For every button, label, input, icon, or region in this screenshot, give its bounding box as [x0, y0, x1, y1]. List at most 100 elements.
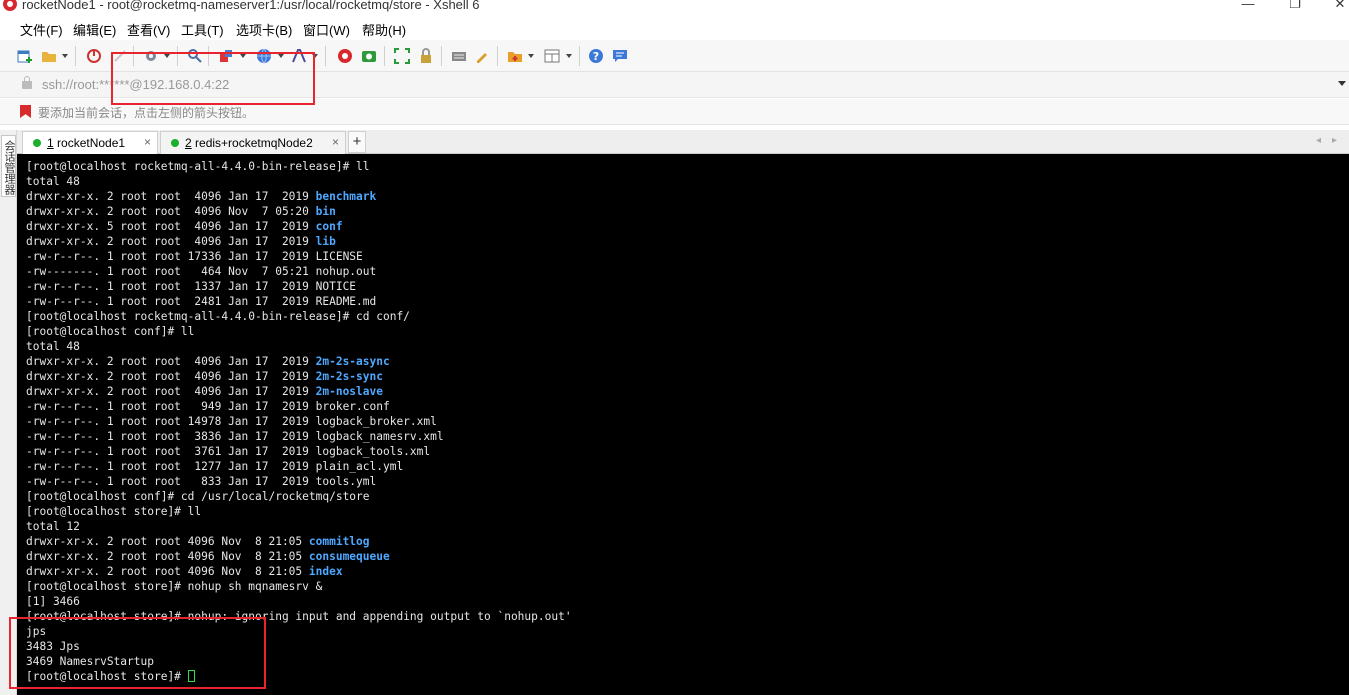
directory-name: index [308, 565, 343, 578]
tab-redis-rocketmqnode2[interactable]: 2 redis+rocketmqNode2 × [160, 131, 346, 154]
terminal-line: [root@localhost rocketmq-all-4.4.0-bin-r… [26, 309, 572, 324]
lock-icon [22, 76, 32, 89]
terminal-line: -rw-r--r--. 1 root root 949 Jan 17 2019 … [26, 399, 572, 414]
terminal-line: drwxr-xr-x. 5 root root 4096 Jan 17 2019… [26, 219, 572, 234]
terminal-line-text: drwxr-xr-x. 2 root root 4096 Nov 7 05:20 [26, 205, 316, 218]
terminal-line-text: -rw-------. 1 root root 464 Nov 7 05:21 … [26, 265, 377, 278]
terminal-line-text: -rw-r--r--. 1 root root 1277 Jan 17 2019… [26, 460, 404, 473]
terminal-line-text: drwxr-xr-x. 5 root root 4096 Jan 17 2019 [26, 220, 316, 233]
directory-name: 2m-noslave [315, 385, 383, 398]
menu-tabs[interactable]: 选项卡(B) [236, 20, 292, 39]
terminal-line: [root@localhost conf]# ll [26, 324, 572, 339]
menu-file[interactable]: 文件(F) [20, 20, 63, 39]
terminal-line: -rw-r--r--. 1 root root 833 Jan 17 2019 … [26, 474, 572, 489]
highlight-icon[interactable] [474, 48, 490, 64]
layout-icon[interactable] [544, 48, 560, 64]
menu-edit[interactable]: 编辑(E) [73, 20, 116, 39]
add-tab-button[interactable]: + [348, 131, 366, 153]
terminal-line: [root@localhost conf]# cd /usr/local/roc… [26, 489, 572, 504]
open-folder-icon[interactable] [41, 48, 57, 64]
menu-view[interactable]: 查看(V) [127, 20, 170, 39]
annotation-box-address [111, 52, 315, 105]
xshell-icon[interactable] [337, 48, 353, 64]
close-button[interactable]: ✕ [1320, 0, 1349, 12]
terminal-line-text: total 12 [26, 520, 80, 533]
terminal-line: -rw-r--r--. 1 root root 2481 Jan 17 2019… [26, 294, 572, 309]
terminal-line: -rw-------. 1 root root 464 Nov 7 05:21 … [26, 264, 572, 279]
svg-text:?: ? [593, 50, 599, 63]
maximize-button[interactable]: ❐ [1275, 0, 1315, 12]
terminal-line-text: [root@localhost store]# ll [26, 505, 202, 518]
directory-name: lib [315, 235, 336, 248]
chevron-down-icon[interactable] [1338, 81, 1346, 86]
reconnect-icon[interactable] [86, 48, 102, 64]
menu-tools[interactable]: 工具(T) [181, 20, 224, 39]
add-folder-icon[interactable] [507, 48, 523, 64]
keyboard-icon[interactable] [451, 48, 467, 64]
terminal-line-text: -rw-r--r--. 1 root root 833 Jan 17 2019 … [26, 475, 377, 488]
tab-label: redis+rocketmqNode2 [191, 136, 313, 150]
directory-name: consumequeue [308, 550, 390, 563]
tab-close-icon[interactable]: × [332, 135, 339, 149]
terminal-line-text: [root@localhost rocketmq-all-4.4.0-bin-r… [26, 310, 410, 323]
terminal-line: total 48 [26, 174, 572, 189]
terminal-line-text: drwxr-xr-x. 2 root root 4096 Nov 8 21:05 [26, 550, 309, 563]
tab-close-icon[interactable]: × [144, 135, 151, 149]
menu-bar: 文件(F) 编辑(E) 查看(V) 工具(T) 选项卡(B) 窗口(W) 帮助(… [0, 16, 1349, 40]
menu-help[interactable]: 帮助(H) [362, 20, 406, 39]
directory-name: bin [315, 205, 336, 218]
terminal-line: -rw-r--r--. 1 root root 1337 Jan 17 2019… [26, 279, 572, 294]
directory-name: conf [315, 220, 343, 233]
tab-bar: 1 rocketNode1 × 2 redis+rocketmqNode2 × … [17, 130, 1349, 154]
terminal-line-text: total 48 [26, 175, 80, 188]
terminal[interactable]: [root@localhost rocketmq-all-4.4.0-bin-r… [17, 154, 1349, 695]
terminal-line-text: drwxr-xr-x. 2 root root 4096 Nov 8 21:05 [26, 535, 309, 548]
fullscreen-icon[interactable] [394, 48, 410, 64]
lock-icon[interactable] [418, 48, 434, 64]
session-status-dot [33, 139, 41, 147]
session-manager-strip: 会话管理器 [0, 130, 17, 695]
terminal-line: [root@localhost rocketmq-all-4.4.0-bin-r… [26, 159, 572, 174]
xshell-app-icon [3, 0, 17, 11]
terminal-line: -rw-r--r--. 1 root root 17336 Jan 17 201… [26, 249, 572, 264]
terminal-line: -rw-r--r--. 1 root root 14978 Jan 17 201… [26, 414, 572, 429]
help-icon[interactable]: ? [588, 48, 604, 64]
terminal-output: [root@localhost rocketmq-all-4.4.0-bin-r… [26, 159, 572, 684]
new-session-icon[interactable] [17, 48, 33, 64]
directory-name: commitlog [308, 535, 370, 548]
terminal-line-text: drwxr-xr-x. 2 root root 4096 Nov 8 21:05 [26, 565, 309, 578]
tab-scroll-right-icon[interactable]: ▸ [1332, 135, 1337, 146]
title-bar: rocketNode1 - root@rocketmq-nameserver1:… [0, 0, 1349, 14]
tab-rocketnode1[interactable]: 1 rocketNode1 × [22, 131, 158, 154]
terminal-line: -rw-r--r--. 1 root root 1277 Jan 17 2019… [26, 459, 572, 474]
terminal-line-text: -rw-r--r--. 1 root root 949 Jan 17 2019 … [26, 400, 390, 413]
terminal-line: drwxr-xr-x. 2 root root 4096 Jan 17 2019… [26, 369, 572, 384]
directory-name: 2m-2s-async [315, 355, 390, 368]
tab-label: rocketNode1 [53, 136, 126, 150]
xftp-icon[interactable] [361, 48, 377, 64]
terminal-line: [root@localhost store]# ll [26, 504, 572, 519]
terminal-line-text: [root@localhost conf]# ll [26, 325, 195, 338]
terminal-line: -rw-r--r--. 1 root root 3761 Jan 17 2019… [26, 444, 572, 459]
terminal-line-text: [1] 3466 [26, 595, 80, 608]
tab-scroll-left-icon[interactable]: ◂ [1316, 135, 1321, 146]
session-manager-tab[interactable]: 会话管理器 [1, 135, 16, 197]
terminal-line-text: [root@localhost store]# nohup sh mqnames… [26, 580, 323, 593]
minimize-button[interactable]: — [1228, 0, 1268, 12]
annotation-box-jps [9, 617, 266, 689]
directory-name: benchmark [315, 190, 377, 203]
menu-window[interactable]: 窗口(W) [303, 20, 350, 39]
terminal-line: drwxr-xr-x. 2 root root 4096 Nov 7 05:20… [26, 204, 572, 219]
tab-number: 1 [47, 136, 54, 150]
bookmark-icon[interactable] [20, 105, 31, 118]
session-hint-text: 要添加当前会话，点击左侧的箭头按钮。 [38, 106, 255, 120]
terminal-line: drwxr-xr-x. 2 root root 4096 Jan 17 2019… [26, 234, 572, 249]
terminal-line: total 48 [26, 339, 572, 354]
terminal-line: drwxr-xr-x. 2 root root 4096 Jan 17 2019… [26, 354, 572, 369]
terminal-line-text: -rw-r--r--. 1 root root 3836 Jan 17 2019… [26, 430, 444, 443]
chat-icon[interactable] [612, 48, 628, 64]
terminal-line-text: total 48 [26, 340, 80, 353]
tab-number: 2 [185, 136, 192, 150]
session-status-dot [171, 139, 179, 147]
terminal-line-text: drwxr-xr-x. 2 root root 4096 Jan 17 2019 [26, 235, 316, 248]
